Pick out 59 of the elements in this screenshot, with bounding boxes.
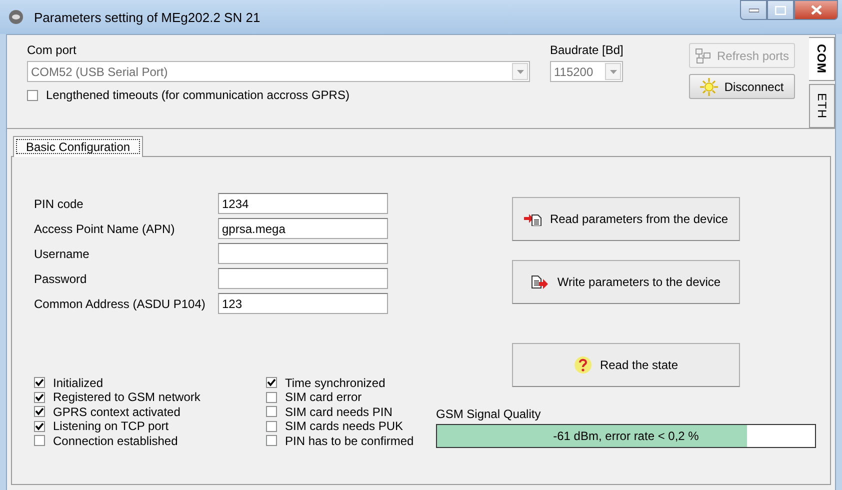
checkbox-label: Registered to GSM network — [53, 390, 200, 404]
write-to-device-icon — [531, 274, 550, 290]
minimize-button[interactable] — [740, 0, 767, 20]
field-label: Com port — [27, 43, 78, 57]
checkbox[interactable] — [34, 392, 45, 403]
checkbox-label: SIM cards needs PUK — [285, 419, 404, 434]
read-state-button[interactable]: Read the state — [512, 343, 740, 387]
input-field[interactable] — [218, 268, 388, 289]
checkbox[interactable] — [27, 90, 38, 100]
signal-reading: -61 dBm, error rate < 0,2 % — [553, 429, 699, 443]
input-field[interactable]: 1234 — [218, 193, 388, 214]
checkbox[interactable] — [34, 377, 45, 388]
close-button[interactable] — [794, 0, 838, 20]
minimize-icon — [748, 7, 758, 13]
app-icon — [8, 9, 24, 25]
field-label: Common Address (ASDU P104) — [34, 296, 206, 312]
dropdown-arrow-icon — [610, 70, 616, 74]
window-title: Parameters setting of MEg202.2 SN 21 — [34, 10, 262, 24]
checkbox[interactable] — [34, 406, 45, 418]
side-tab[interactable]: COM — [809, 37, 835, 81]
checkbox-label: GPRS context activated — [53, 404, 180, 419]
checkbox[interactable] — [34, 435, 45, 446]
checkbox[interactable] — [266, 406, 277, 418]
input-field[interactable] — [218, 243, 388, 264]
checkbox-label: Listening on TCP port — [53, 419, 169, 434]
tab[interactable]: Basic Configuration — [13, 136, 144, 157]
checkbox-label: Lengthened timeouts (for communication accross GPRS) — [46, 88, 350, 102]
checkbox-label: SIM card error — [285, 390, 362, 404]
checkbox[interactable] — [266, 435, 277, 446]
input-field[interactable]: gprsa.mega — [218, 218, 388, 239]
field-label: Password — [34, 270, 88, 288]
checkbox-label: SIM card needs PIN — [285, 404, 392, 419]
checkbox-label: Initialized — [53, 376, 104, 390]
checkbox-label: Connection established — [53, 434, 178, 448]
read-parameters-button[interactable]: Read parameters from the device — [512, 197, 740, 241]
checkbox[interactable] — [34, 420, 45, 432]
maximize-button[interactable] — [767, 0, 794, 20]
write-parameters-button[interactable]: Write parameters to the device — [512, 260, 740, 304]
input-field[interactable]: 123 — [218, 293, 388, 314]
dropdown-arrow-icon — [516, 70, 524, 74]
maximize-icon — [775, 6, 786, 14]
checkbox[interactable] — [266, 392, 277, 403]
close-icon — [810, 5, 822, 15]
read-from-device-icon — [524, 212, 542, 226]
disconnect-button[interactable]: Disconnect — [689, 74, 795, 99]
field-label: Username — [34, 246, 90, 262]
checkbox-label: Time synchronized — [285, 376, 386, 390]
sun-icon — [700, 78, 718, 96]
field-label: Access Point Name (APN) — [34, 220, 176, 238]
checkbox[interactable] — [266, 377, 277, 388]
question-icon — [574, 356, 592, 374]
side-tab[interactable]: ETH — [809, 84, 835, 128]
computers-icon — [694, 48, 711, 64]
field-label: PIN code — [34, 196, 84, 212]
checkbox[interactable] — [266, 420, 277, 432]
check-icon — [267, 378, 276, 388]
signal-label: GSM Signal Quality — [436, 407, 542, 421]
field-label: Baudrate [Bd] — [550, 43, 624, 57]
checkbox-label: PIN has to be confirmed — [285, 434, 414, 448]
